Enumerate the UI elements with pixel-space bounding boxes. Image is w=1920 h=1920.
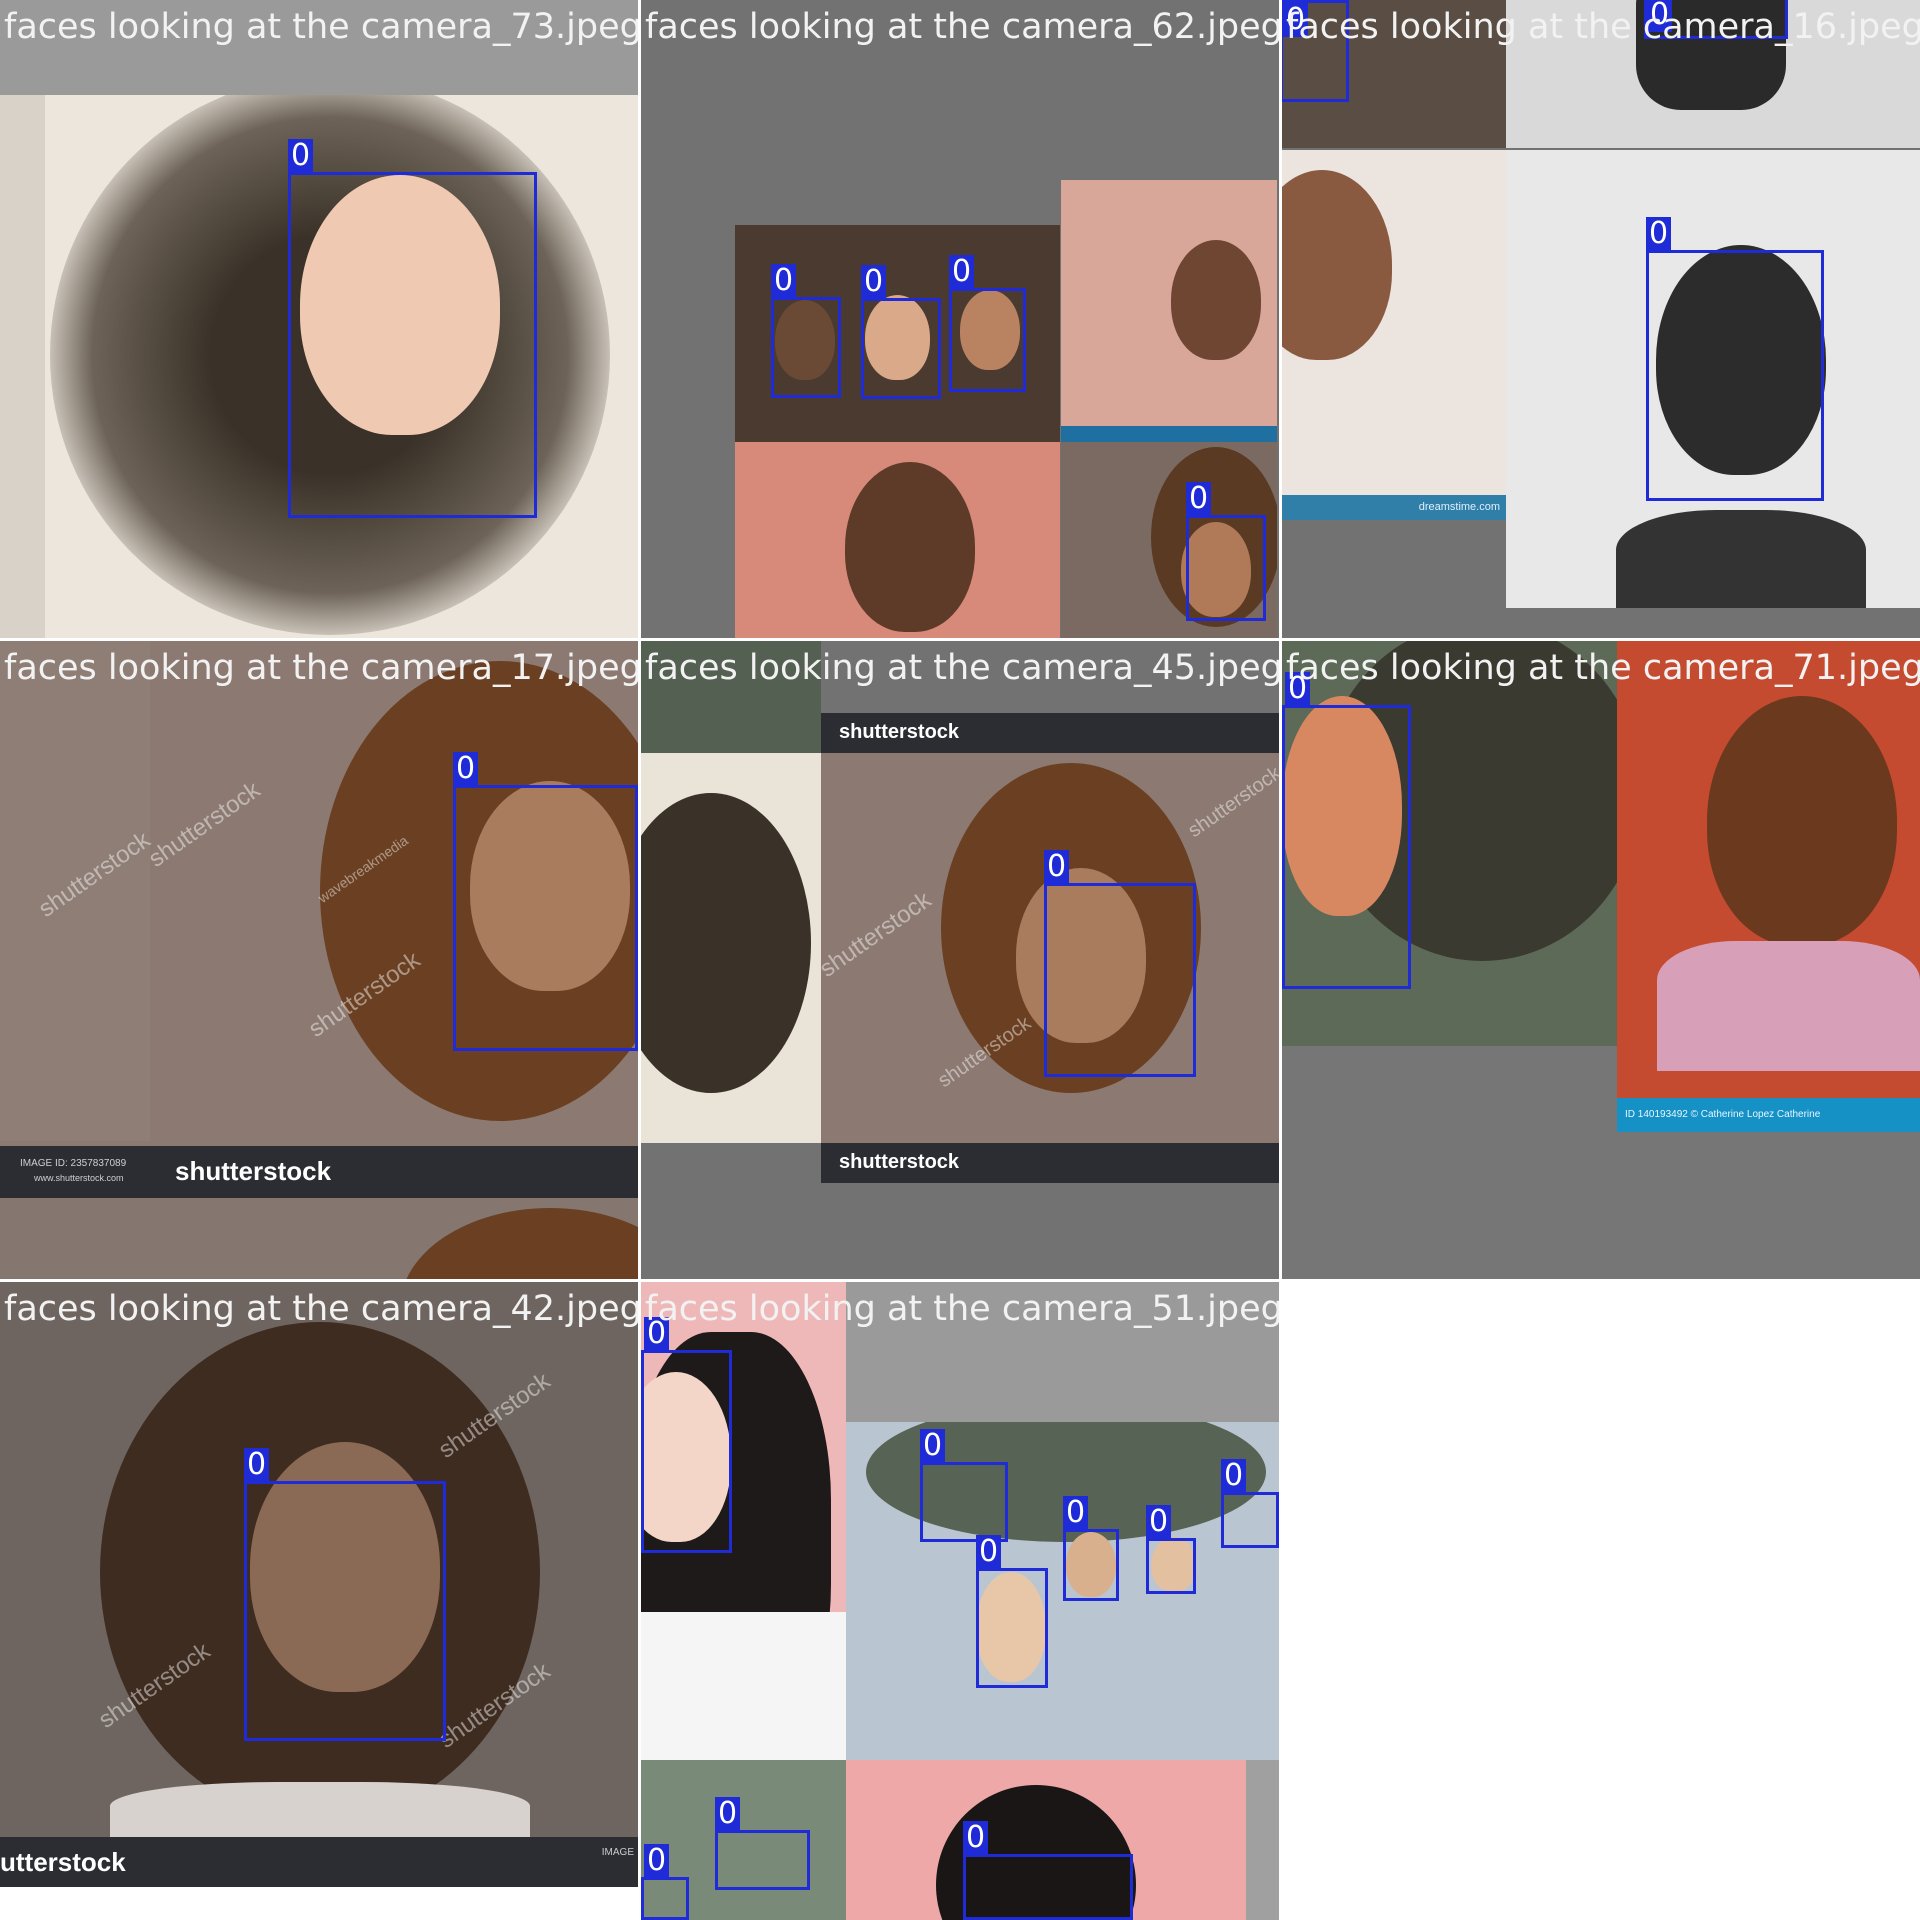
- bbox-face: 0: [771, 264, 841, 398]
- tile-title: faces looking at the camera_62.jpeg: [645, 7, 1279, 47]
- bbox-label: 0: [920, 1429, 946, 1463]
- bbox-face: 0: [920, 1429, 1008, 1542]
- bbox-face: 0: [949, 255, 1026, 392]
- bar-logo: shutterstock: [175, 1156, 332, 1186]
- tile-title: faces looking at the camera_51.jpeg: [645, 1289, 1279, 1329]
- empty-area: [1282, 1282, 1920, 1920]
- bbox-face: 0: [861, 265, 941, 399]
- photo-girl-mirrored: dreamstime.com: [1282, 150, 1506, 520]
- tile-title: faces looking at the camera_16.jpeg: [1286, 7, 1920, 47]
- tile-17: shutterstock shutterstock shutterstock w…: [0, 641, 638, 1279]
- bbox-face: 0: [1221, 1459, 1279, 1548]
- tile-16: dreamstime.com 0 0 0 faces looking at th…: [1282, 0, 1920, 638]
- bar-logo: shutterstock: [839, 721, 960, 743]
- bar-logo: utterstock: [0, 1847, 126, 1877]
- tile-71: ID 140193492 © Catherine Lopez Catherine…: [1282, 641, 1920, 1279]
- tile-42: shutterstock shutterstock shutterstock u…: [0, 1282, 638, 1920]
- photo-woman-bindi: [735, 442, 1060, 638]
- photo-woman-red: [1617, 641, 1920, 1098]
- photo-credit-bar: ID 140193492 © Catherine Lopez Catherine: [1617, 1098, 1920, 1132]
- bbox-face: 0: [1186, 482, 1266, 621]
- mosaic-grid: 0 faces looking at the camera_73.jpeg 0 …: [0, 0, 1920, 1920]
- bbox-label: 0: [1063, 1496, 1089, 1530]
- bbox-label: 0: [1186, 482, 1212, 516]
- bbox-label: 0: [1146, 1505, 1172, 1539]
- photo-credit-text: ID 140193492 © Catherine Lopez Catherine: [1625, 1109, 1821, 1120]
- bar-url: www.shutterstock.com: [34, 1173, 124, 1183]
- tile-title: faces looking at the camera_71.jpeg: [1286, 648, 1920, 688]
- bbox-label: 0: [1044, 850, 1070, 884]
- bbox-label: 0: [976, 1535, 1002, 1569]
- shutterstock-bar: IMAGE ID: 2357837089 www.shutterstock.co…: [0, 1146, 638, 1198]
- bbox-face: 0: [1063, 1496, 1119, 1601]
- bbox-label: 0: [1221, 1459, 1247, 1493]
- tile-62: 0 0 0 0 faces looking at the camera_62.j…: [641, 0, 1279, 638]
- bbox-face: 0: [1146, 1505, 1196, 1594]
- bbox-label: 0: [244, 1448, 270, 1482]
- bbox-face: 0: [1282, 672, 1411, 989]
- photo-curly-hair-side: [641, 753, 821, 1143]
- bbox-face: 0: [963, 1821, 1133, 1920]
- shutterstock-bar: utterstock IMAGE: [0, 1837, 638, 1887]
- shutterstock-bar-bottom: shutterstock: [821, 1143, 1279, 1183]
- bbox-face: 0: [715, 1797, 810, 1890]
- bbox-label: 0: [288, 139, 314, 173]
- tile-title: faces looking at the camera_45.jpeg: [645, 648, 1279, 688]
- bbox-label: 0: [715, 1797, 741, 1831]
- dreamstime-bar: dreamstime.com: [1282, 495, 1506, 520]
- bbox-face: 0: [244, 1448, 446, 1741]
- bbox-face: 0: [976, 1535, 1048, 1688]
- tile-51: 0 0 0 0 0 0 0 0 0 faces looking at the c…: [641, 1282, 1279, 1920]
- tile-73: 0 faces looking at the camera_73.jpeg: [0, 0, 638, 638]
- bbox-label: 0: [963, 1821, 989, 1855]
- dreamstime-text: dreamstime.com: [1418, 501, 1500, 513]
- bar-image-id: IMAGE: [601, 1847, 634, 1858]
- tile-title: faces looking at the camera_73.jpeg: [4, 7, 638, 47]
- bbox-label: 0: [771, 264, 797, 298]
- bbox-face: 0: [288, 139, 537, 518]
- bar-logo: shutterstock: [839, 1151, 960, 1173]
- bbox-label: 0: [1646, 217, 1672, 251]
- bbox-face: 0: [641, 1844, 689, 1920]
- bbox-label: 0: [949, 255, 975, 289]
- bbox-face: 0: [453, 752, 638, 1051]
- bbox-face: 0: [1646, 217, 1824, 501]
- bbox-face: 0: [1044, 850, 1196, 1077]
- bbox-label: 0: [644, 1844, 670, 1878]
- bbox-label: 0: [861, 265, 887, 299]
- bbox-label: 0: [453, 752, 479, 786]
- tile-45: shutterstock shutterstock shutterstock s…: [641, 641, 1279, 1279]
- tile-title: faces looking at the camera_17.jpeg: [4, 648, 638, 688]
- photo-girl-smiling: [1061, 180, 1277, 442]
- bbox-face: 0: [641, 1317, 732, 1553]
- shutterstock-bar-top: shutterstock: [821, 713, 1279, 753]
- tile-title: faces looking at the camera_42.jpeg: [4, 1289, 638, 1329]
- bar-image-id: IMAGE ID: 2357837089: [20, 1158, 127, 1169]
